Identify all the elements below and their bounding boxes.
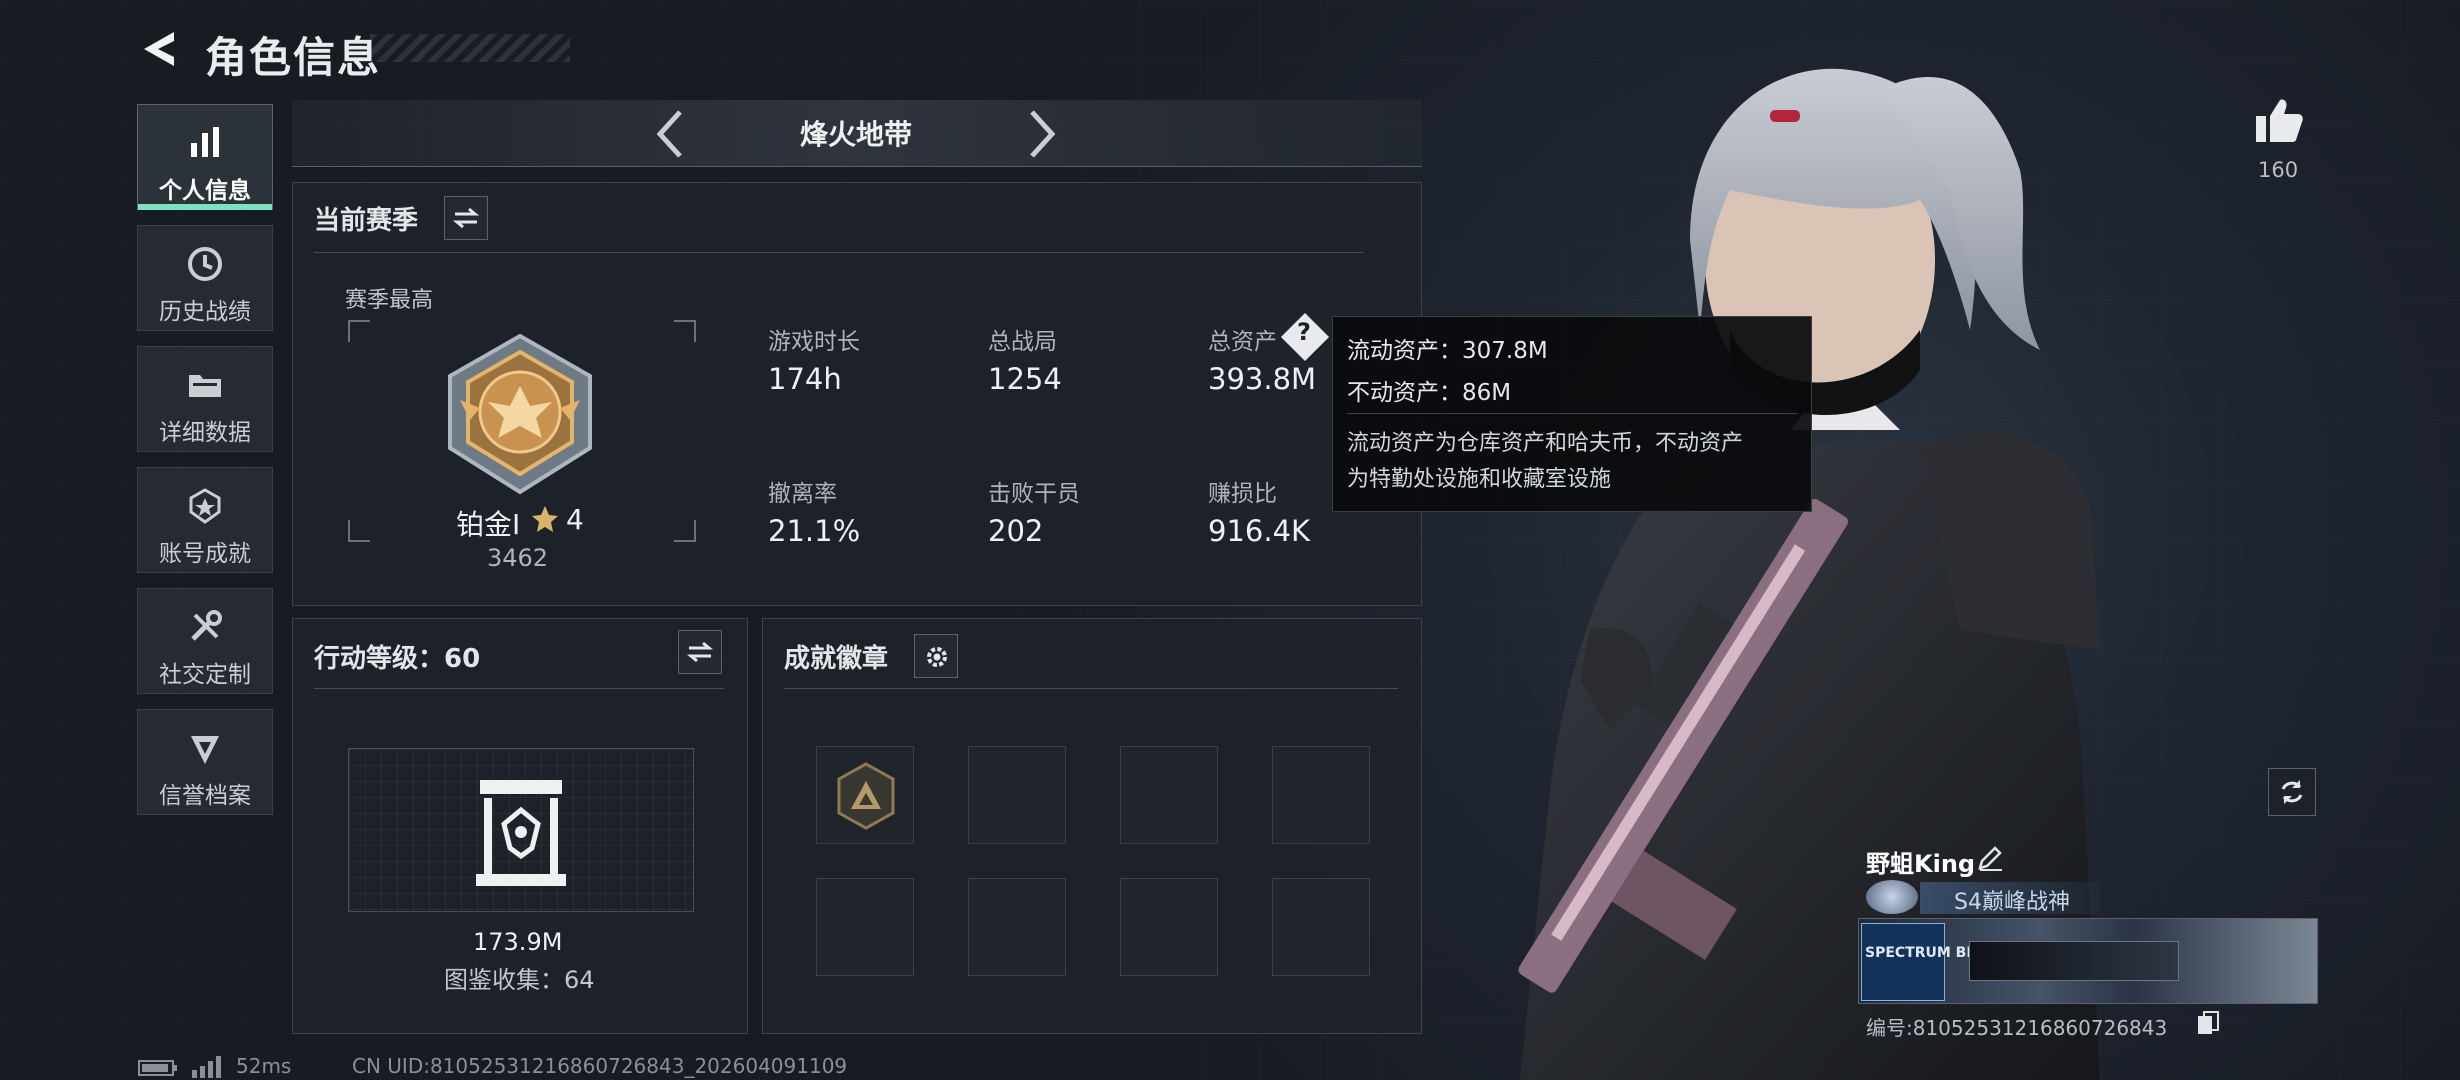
frame-corner — [674, 520, 696, 542]
tooltip-liquid-assets: 流动资产：307.8M — [1347, 338, 1548, 364]
like-count: 160 — [2258, 158, 2299, 182]
stat-value-playtime: 174h — [768, 362, 842, 396]
rank-emblem — [448, 333, 592, 495]
title-decoration — [370, 34, 570, 62]
stat-value-extraction-rate: 21.1% — [768, 514, 861, 548]
gear-icon — [927, 647, 947, 667]
divider — [314, 688, 724, 689]
badge-slot[interactable] — [1120, 746, 1218, 844]
badge-emblem-icon — [837, 762, 895, 830]
achievements-title: 成就徽章 — [784, 644, 889, 674]
tooltip-description-line2: 为特勤处设施和收藏室设施 — [1347, 467, 1612, 492]
signal-icon — [192, 1056, 221, 1078]
stat-label-playtime: 游戏时长 — [768, 329, 860, 355]
stat-label-profit-ratio: 赚损比 — [1208, 481, 1277, 507]
rank-stars: 4 — [566, 503, 584, 536]
season-title: 当前赛季 — [314, 206, 419, 236]
footer-uid: CN UID:8105253121686072684​3_20260409110… — [352, 1054, 848, 1078]
clock-icon — [188, 247, 222, 281]
stat-value-kills: 202 — [988, 514, 1044, 548]
rank-name: 铂金I — [456, 508, 521, 541]
swap-icon — [453, 207, 479, 229]
sidebar-item-label: 个人信息 — [159, 178, 251, 204]
stat-label-extraction-rate: 撤离率 — [768, 481, 837, 507]
sidebar-item-history[interactable]: 历史战绩 — [137, 225, 273, 331]
swap-icon — [687, 641, 713, 663]
bar-chart-icon — [191, 127, 219, 157]
badge-slot[interactable] — [816, 878, 914, 976]
action-level-title: 行动等级：60 — [314, 644, 481, 674]
stat-value-assets: 393.8M — [1208, 362, 1317, 396]
player-id: 编号:8105253121686072684​3 — [1866, 1016, 2168, 1040]
thumbs-up-icon[interactable] — [2254, 96, 2304, 144]
stat-label-matches: 总战局 — [988, 329, 1057, 355]
stat-value-profit-ratio: 916.4K — [1208, 514, 1311, 548]
action-level-switch-button[interactable] — [678, 630, 722, 674]
season-switch-button[interactable] — [444, 196, 488, 240]
divider — [314, 252, 1364, 253]
sidebar-item-label: 账号成就 — [159, 541, 251, 567]
stat-value-matches: 1254 — [988, 362, 1062, 396]
sidebar-item-achievements[interactable]: 账号成就 — [137, 467, 273, 573]
banner-strip — [1969, 941, 2179, 981]
back-arrow-icon[interactable] — [138, 28, 180, 70]
copy-icon[interactable] — [2196, 1010, 2220, 1036]
tools-icon — [191, 610, 222, 641]
collection-display-icon — [476, 780, 566, 886]
banner-logo — [1861, 923, 1945, 1001]
divider — [784, 688, 1398, 689]
ping-value: 52ms — [236, 1054, 292, 1078]
sidebar-item-details[interactable]: 详细数据 — [137, 346, 273, 452]
frame-corner — [674, 320, 696, 342]
player-name: 野蛆King — [1866, 850, 1976, 878]
shield-icon — [191, 736, 219, 764]
sidebar-item-reputation[interactable]: 信誉档案 — [137, 709, 273, 815]
badge-slot[interactable] — [816, 746, 914, 844]
collection-value: 173.9M — [473, 928, 563, 956]
sidebar-item-label: 信誉档案 — [159, 783, 251, 809]
badge-slot[interactable] — [1272, 746, 1370, 844]
frame-corner — [348, 320, 370, 342]
sidebar-item-social[interactable]: 社交定制 — [137, 588, 273, 694]
chevron-left-icon[interactable] — [652, 108, 686, 160]
frame-corner — [348, 520, 370, 542]
tooltip-description-line1: 流动资产为仓库资产和哈夫币，不动资产 — [1347, 431, 1744, 456]
sidebar-item-personal-info[interactable]: 个人信息 — [137, 104, 273, 210]
player-banner: SPECTRUM BLITZ — [1858, 918, 2318, 1004]
title-emblem-icon — [1866, 880, 1918, 914]
star-icon — [532, 506, 558, 532]
sidebar-item-label: 详细数据 — [159, 420, 251, 446]
edit-icon[interactable] — [1976, 844, 2004, 872]
badge-slot[interactable] — [1272, 878, 1370, 976]
player-title: S4巅峰战神 — [1954, 890, 2070, 915]
stat-label-assets: 总资产 — [1208, 329, 1277, 355]
tooltip-fixed-assets: 不动资产：86M — [1347, 380, 1512, 406]
sidebar-item-label: 历史战绩 — [159, 299, 251, 325]
refresh-button[interactable] — [2268, 768, 2316, 816]
season-best-label: 赛季最高 — [345, 288, 434, 313]
refresh-icon — [2281, 780, 2303, 804]
battery-icon — [138, 1060, 177, 1076]
badge-slot[interactable] — [968, 878, 1066, 976]
page-title: 角色信息 — [205, 33, 382, 82]
badge-slot[interactable] — [1120, 878, 1218, 976]
divider — [1347, 413, 1797, 414]
achievements-settings-button[interactable] — [914, 634, 958, 678]
assets-tooltip: 流动资产：307.8M 不动资产：86M 流动资产为仓库资产和哈夫币，不动资产 … — [1332, 316, 1812, 512]
chevron-right-icon[interactable] — [1026, 108, 1060, 160]
badge-icon — [189, 488, 221, 524]
badge-slot[interactable] — [968, 746, 1066, 844]
folder-icon — [189, 375, 221, 397]
help-icon-glyph: ? — [1297, 318, 1311, 346]
stat-label-kills: 击败干员 — [988, 481, 1080, 507]
collection-count: 图鉴收集：64 — [444, 966, 595, 994]
rank-score: 3462 — [487, 544, 549, 572]
sidebar-item-label: 社交定制 — [159, 662, 251, 688]
mode-name: 烽火地带 — [800, 118, 913, 151]
